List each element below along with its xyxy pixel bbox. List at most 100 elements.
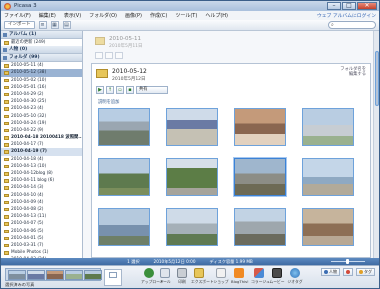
group-label: フォルダ (99): [9, 55, 40, 61]
prev-album-date: 2010-05-11: [109, 36, 141, 42]
tray-thumbnail[interactable]: [46, 270, 64, 280]
folder-item[interactable]: 2010-04-08 (2): [1, 206, 82, 213]
menu-create[interactable]: 作成(C): [150, 12, 167, 19]
vertical-scrollbar[interactable]: [373, 31, 379, 258]
shop-action[interactable]: ショップ: [213, 268, 229, 285]
photo-thumbnail[interactable]: [234, 108, 286, 146]
import-button[interactable]: インポート: [4, 21, 35, 29]
photo-thumbnail[interactable]: [166, 158, 218, 196]
export-folder-icon: [194, 268, 204, 278]
group-folders[interactable]: フォルダ (99): [1, 54, 82, 63]
folder-item[interactable]: 2010-04-09 (4): [1, 199, 82, 206]
menu-view[interactable]: 表示(V): [64, 12, 81, 19]
folder-item[interactable]: Mobile Photos (1): [1, 249, 82, 256]
folder-item[interactable]: 2010-04-12blog (8): [1, 170, 82, 177]
tray-thumbnail[interactable]: [27, 270, 45, 280]
photo-thumbnail-selected[interactable]: [234, 158, 286, 196]
folder-name-link-line2[interactable]: 編集する: [340, 72, 366, 77]
movie-action[interactable]: ムービー: [269, 268, 285, 285]
folder-item[interactable]: 2010-04-10 (4): [1, 192, 82, 199]
menu-picture[interactable]: 画像(P): [125, 12, 142, 19]
group-albums[interactable]: アルバム (1): [1, 31, 82, 39]
upload-icon[interactable]: [105, 52, 113, 59]
upload-action[interactable]: アップロード: [141, 268, 164, 285]
people-button[interactable]: 人物: [321, 268, 340, 276]
share-button[interactable]: 共有: [136, 86, 168, 94]
folder-item[interactable]: 2010-05-11 (4): [1, 62, 82, 69]
folder-item[interactable]: 2010-04-11 blog (6): [1, 177, 82, 184]
export-action[interactable]: エクスポート: [191, 268, 214, 285]
blogthis-action[interactable]: BlogThis!: [231, 268, 249, 284]
email-action[interactable]: メール: [157, 268, 173, 285]
folder-item[interactable]: 2010-04-18 (4): [1, 156, 82, 163]
photo-thumbnail[interactable]: [302, 158, 354, 196]
photo-thumbnail[interactable]: [166, 208, 218, 246]
photo-thumbnail[interactable]: [98, 208, 150, 246]
menu-tools[interactable]: ツール(T): [175, 12, 197, 19]
group-people[interactable]: 人物 (0): [1, 46, 82, 55]
folder-item[interactable]: 2010-04-22 (9): [1, 127, 82, 134]
menu-edit[interactable]: 編集(E): [39, 12, 56, 19]
zoom-slider-handle[interactable]: [346, 259, 349, 264]
folder-item[interactable]: 2010-04-23 (4): [1, 105, 82, 112]
play-icon[interactable]: [95, 52, 103, 59]
geotag-action[interactable]: ジオタグ: [287, 268, 303, 285]
play-slideshow-icon[interactable]: ▶: [96, 86, 104, 94]
folder-item[interactable]: 2010-04-13 (10): [1, 163, 82, 170]
web-album-login-link[interactable]: ウェブ アルバムにログイン: [317, 12, 376, 19]
menu-folder[interactable]: フォルダ(O): [89, 12, 117, 19]
menu-file[interactable]: ファイル(F): [4, 12, 31, 19]
photo-thumbnail[interactable]: [302, 108, 354, 146]
photo-thumbnail[interactable]: [302, 208, 354, 246]
folder-item[interactable]: 2010-04-18 20100418 波照間...: [1, 134, 82, 141]
folder-item[interactable]: 2010-05-10 (32): [1, 113, 82, 120]
photo-thumbnail[interactable]: [98, 158, 150, 196]
maximize-button[interactable]: □: [342, 2, 356, 10]
timeline-icon[interactable]: ▤: [62, 21, 71, 29]
folder-item[interactable]: 2010-04-30 (25): [1, 98, 82, 105]
list-view-icon[interactable]: ≡: [38, 21, 47, 29]
minimize-button[interactable]: –: [327, 2, 341, 10]
folder-item[interactable]: 2010-05-02 (10): [1, 77, 82, 84]
search-input[interactable]: ⌕: [328, 21, 376, 29]
folder-item[interactable]: 2010-04-07 (5): [1, 220, 82, 227]
tray-thumbnail[interactable]: [65, 270, 83, 280]
share-icon[interactable]: [115, 52, 123, 59]
picasa-logo-icon: [4, 2, 11, 10]
photo-thumbnail[interactable]: [166, 108, 218, 146]
folder-item[interactable]: 2010-05-12 (38): [1, 69, 82, 77]
folder-item[interactable]: 2010-04-06 (5): [1, 228, 82, 235]
menu-help[interactable]: ヘルプ(H): [205, 12, 228, 19]
album-item-recent[interactable]: 最近の更新 (249): [1, 39, 82, 46]
folder-item[interactable]: 2010-04-13 (11): [1, 213, 82, 220]
folder-item[interactable]: 2010-04-19 (7): [1, 148, 82, 156]
add-description-link[interactable]: 説明を追加: [98, 99, 119, 105]
folder-item[interactable]: 2010-03-31 (7): [1, 242, 82, 249]
folder-item[interactable]: 2010-04-17 (7): [1, 141, 82, 148]
tags-button[interactable]: タグ: [356, 268, 375, 276]
folder-item[interactable]: 2010-04-01 (5): [1, 235, 82, 242]
tray-thumbnail[interactable]: [8, 270, 26, 280]
lock-icon[interactable]: ▫: [116, 86, 124, 94]
hold-clear-buttons[interactable]: [104, 269, 122, 286]
photo-thumbnail[interactable]: [234, 208, 286, 246]
upload-icon[interactable]: ↑: [106, 86, 114, 94]
close-button[interactable]: ✕: [357, 2, 377, 10]
folder-item[interactable]: 2010-05-01 (16): [1, 84, 82, 91]
album-date[interactable]: 2010-05-12: [112, 68, 147, 75]
print-action[interactable]: 印刷: [174, 268, 190, 285]
folder-item[interactable]: 2010-04-14 (3): [1, 184, 82, 191]
disk-icon[interactable]: ▪: [126, 86, 134, 94]
tray-thumbnail[interactable]: [84, 270, 102, 280]
hold-icon[interactable]: [109, 272, 117, 278]
folder-item[interactable]: 2010-04-29 (2): [1, 91, 82, 98]
people-label: 人物: [329, 269, 337, 274]
folder-item[interactable]: 2010-04-24 (19): [1, 120, 82, 127]
person-icon: [324, 270, 328, 274]
collage-action[interactable]: コラージュ: [251, 268, 270, 285]
folder-label: 2010-05-10 (32): [11, 113, 47, 119]
scrollbar-thumb[interactable]: [375, 51, 379, 106]
places-button[interactable]: [343, 268, 353, 276]
grid-view-icon[interactable]: ▦: [50, 21, 59, 29]
photo-thumbnail[interactable]: [98, 108, 150, 146]
